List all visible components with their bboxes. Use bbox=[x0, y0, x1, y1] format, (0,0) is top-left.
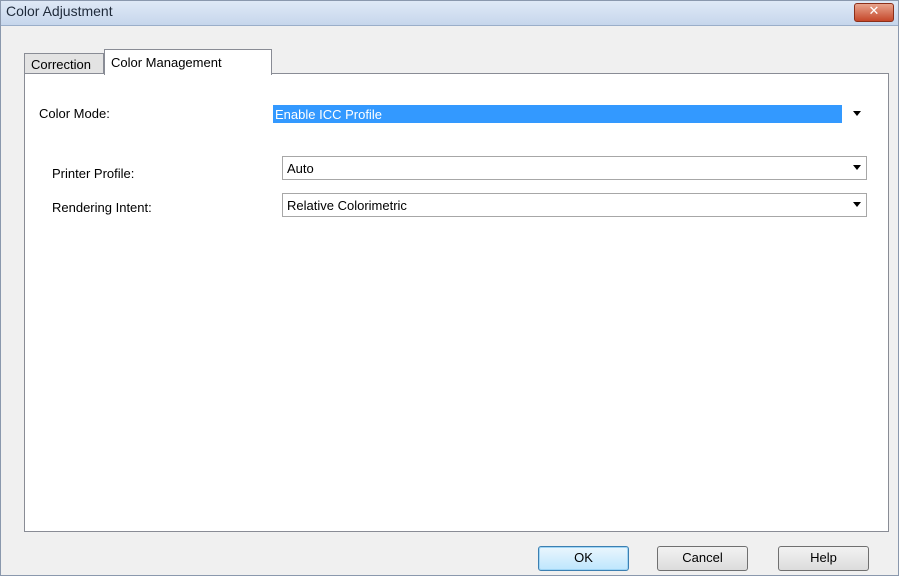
tab-correction[interactable]: Correction bbox=[24, 53, 104, 74]
chevron-down-icon[interactable] bbox=[853, 111, 861, 116]
color-adjustment-dialog: Color Adjustment ✕ Correction Color Mana… bbox=[0, 0, 899, 576]
rendering-intent-label: Rendering Intent: bbox=[52, 200, 152, 215]
ok-button[interactable]: OK bbox=[538, 546, 629, 571]
close-icon: ✕ bbox=[868, 4, 880, 19]
window-title: Color Adjustment bbox=[6, 3, 113, 19]
rendering-intent-value: Relative Colorimetric bbox=[287, 198, 407, 213]
color-mode-select[interactable]: Enable ICC Profile bbox=[270, 102, 867, 126]
title-bar[interactable]: Color Adjustment ✕ bbox=[1, 1, 898, 26]
tab-correction-label: Correction bbox=[31, 57, 91, 72]
chevron-down-icon[interactable] bbox=[853, 202, 861, 207]
color-mode-value: Enable ICC Profile bbox=[275, 107, 382, 122]
help-button[interactable]: Help bbox=[778, 546, 869, 571]
tab-color-management-label: Color Management bbox=[111, 55, 222, 70]
printer-profile-value: Auto bbox=[287, 161, 314, 176]
color-management-panel bbox=[24, 73, 889, 532]
cancel-button[interactable]: Cancel bbox=[657, 546, 748, 571]
close-button[interactable]: ✕ bbox=[854, 3, 894, 22]
rendering-intent-select[interactable]: Relative Colorimetric bbox=[282, 193, 867, 217]
printer-profile-select[interactable]: Auto bbox=[282, 156, 867, 180]
color-mode-label: Color Mode: bbox=[39, 106, 110, 121]
tab-color-management[interactable]: Color Management bbox=[104, 49, 272, 75]
chevron-down-icon[interactable] bbox=[853, 165, 861, 170]
printer-profile-label: Printer Profile: bbox=[52, 166, 135, 181]
